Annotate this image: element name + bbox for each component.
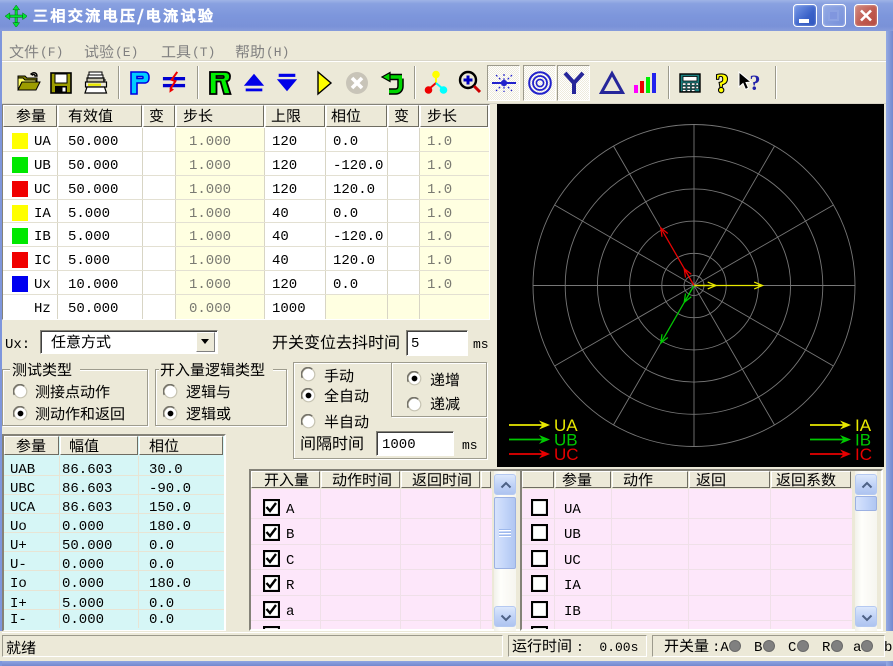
svg-text:?: ? [750,70,761,95]
svg-text:?: ? [716,70,729,96]
svg-text:UC: UC [554,445,579,464]
svg-text:IC: IC [855,445,872,464]
